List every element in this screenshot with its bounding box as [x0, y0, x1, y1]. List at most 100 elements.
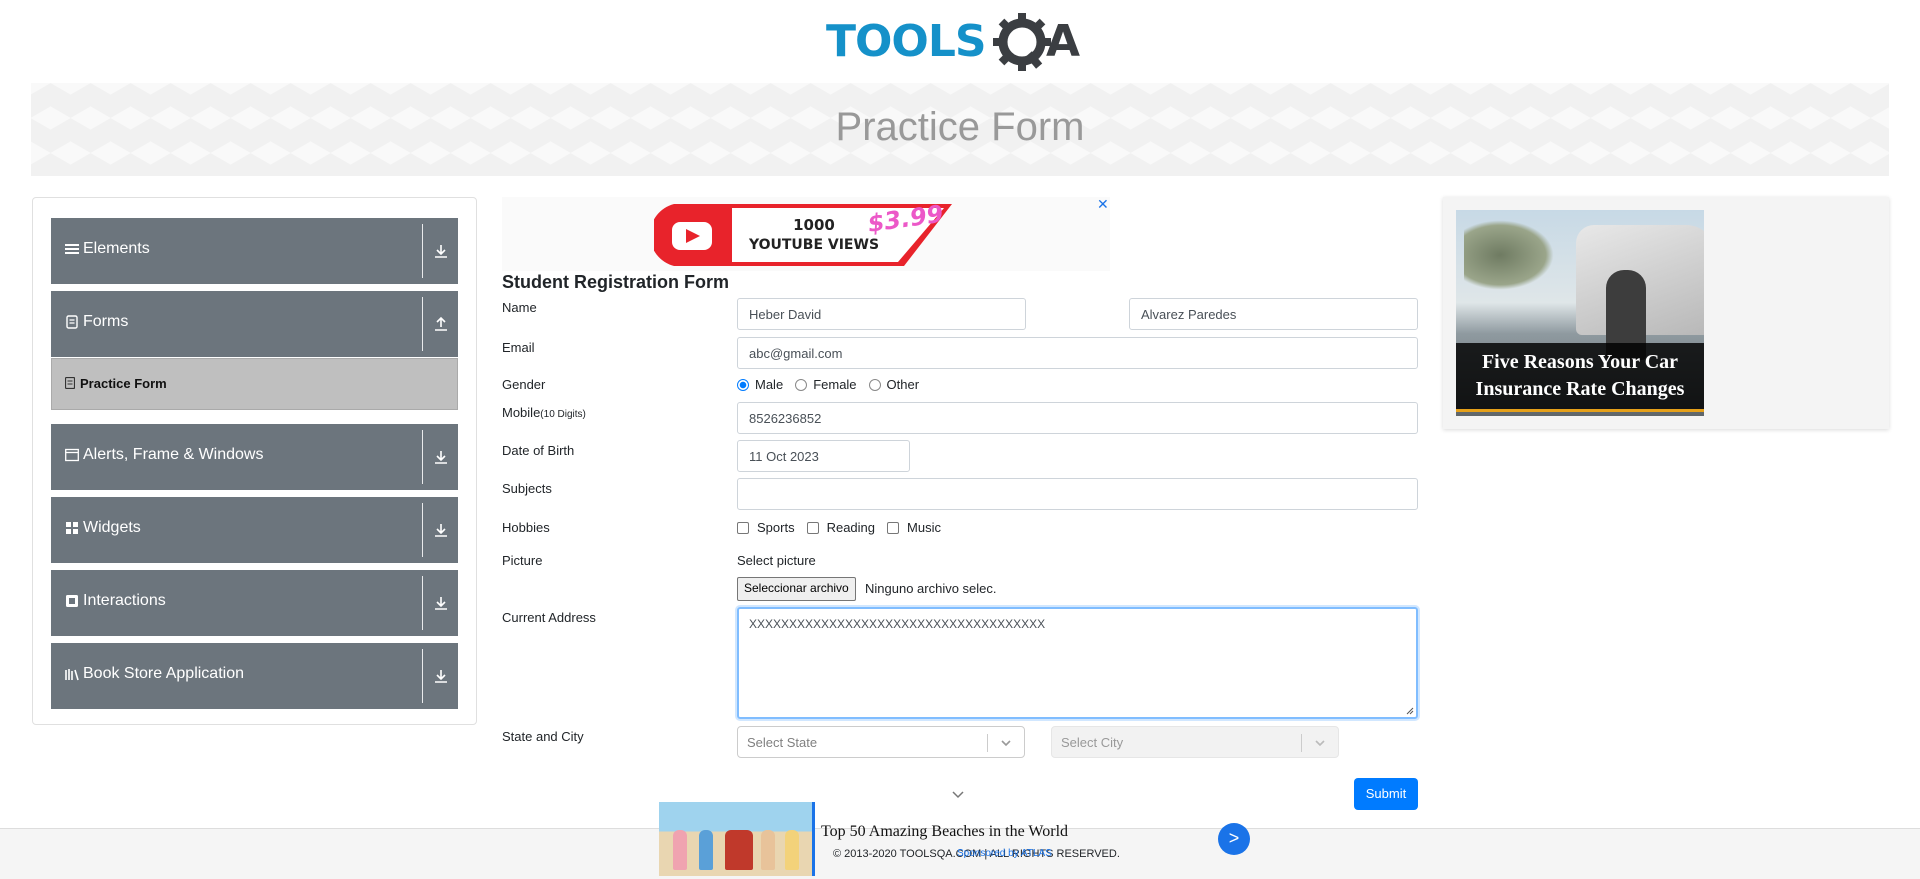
file-status-text: Ninguno archivo selec.: [865, 581, 997, 596]
books-icon: [65, 669, 79, 681]
document-icon: [66, 315, 78, 329]
sidebar-group-label: Book Store Application: [83, 665, 244, 682]
ad-image-person: [725, 830, 753, 870]
ad-caption: Five Reasons Your Car Insurance Rate Cha…: [1456, 343, 1704, 412]
mobile-input[interactable]: 8526236852: [737, 402, 1418, 434]
address-label: Current Address: [502, 610, 596, 625]
select-picture-label: Select picture: [737, 553, 816, 568]
download-arrow-icon[interactable]: [432, 448, 450, 466]
choose-file-button[interactable]: Seleccionar archivo: [737, 577, 856, 601]
sidebar-group-book-store[interactable]: Book Store Application: [51, 643, 458, 709]
dob-label: Date of Birth: [502, 443, 575, 458]
submit-button[interactable]: Submit: [1354, 778, 1418, 810]
sidebar: Elements Forms Practice Form Alerts, Fra…: [32, 197, 477, 725]
email-label: Email: [502, 340, 535, 355]
checkbox-music[interactable]: [887, 521, 900, 534]
page-title: Practice Form: [835, 105, 1085, 149]
download-arrow-icon[interactable]: [432, 667, 450, 685]
radio-label: Male: [755, 377, 784, 392]
email-input[interactable]: abc@gmail.com: [737, 337, 1418, 369]
last-name-input[interactable]: Alvarez Paredes: [1129, 298, 1418, 330]
ad-image-tree: [1464, 220, 1554, 290]
radio-male[interactable]: [737, 378, 749, 391]
download-arrow-icon[interactable]: [432, 521, 450, 539]
download-arrow-icon[interactable]: [432, 594, 450, 612]
interaction-icon: [66, 595, 78, 607]
resize-handle-icon[interactable]: [1406, 707, 1414, 715]
chevron-down-icon[interactable]: [951, 790, 965, 800]
sidebar-item-practice-form[interactable]: Practice Form: [51, 358, 458, 410]
radio-label: Other: [886, 377, 920, 392]
sidebar-group-label: Interactions: [83, 592, 166, 609]
checkbox-reading[interactable]: [806, 521, 819, 534]
select-divider: [987, 734, 988, 752]
car-insurance-ad-image[interactable]: Five Reasons Your Car Insurance Rate Cha…: [1456, 210, 1704, 416]
radio-other[interactable]: [868, 378, 881, 391]
divider: [422, 576, 423, 630]
radio-female[interactable]: [795, 378, 808, 391]
hobbies-label: Hobbies: [502, 520, 550, 535]
toolsqa-logo[interactable]: TOOLS A: [826, 12, 1096, 74]
divider: [422, 297, 423, 351]
subjects-label: Subjects: [502, 481, 552, 496]
sidebar-group-interactions[interactable]: Interactions: [51, 570, 458, 636]
bottom-ad-sponsor[interactable]: Sponsored by ATLAS: [957, 848, 1052, 859]
checkbox-sports[interactable]: [737, 521, 749, 534]
hobby-music-option[interactable]: Music: [887, 520, 941, 535]
address-value: XXXXXXXXXXXXXXXXXXXXXXXXXXXXXXXXXXXXX: [749, 617, 1046, 631]
hobby-sports-option[interactable]: Sports: [737, 520, 795, 535]
hobbies-checkbox-group: Sports Reading Music: [737, 520, 953, 535]
city-placeholder: Select City: [1061, 735, 1124, 750]
sidebar-group-widgets[interactable]: Widgets: [51, 497, 458, 563]
mobile-label-text: Mobile: [502, 405, 541, 420]
select-divider: [1301, 734, 1302, 752]
sidebar-group-alerts[interactable]: Alerts, Frame & Windows: [51, 424, 458, 490]
sidebar-item-label: Practice Form: [80, 376, 167, 391]
divider: [422, 224, 423, 278]
sidebar-group-forms[interactable]: Forms: [51, 291, 458, 357]
youtube-ad-banner[interactable]: 1000 YOUTUBE VIEWS $3.99: [654, 200, 952, 268]
form-icon: [65, 377, 75, 389]
download-arrow-icon[interactable]: [432, 242, 450, 260]
ad-image-person: [699, 830, 713, 870]
sidebar-group-label: Elements: [83, 240, 150, 257]
bottom-ad-go-button[interactable]: >: [1218, 823, 1250, 855]
gender-other-option[interactable]: Other: [868, 377, 920, 392]
name-label: Name: [502, 300, 537, 315]
current-address-textarea[interactable]: XXXXXXXXXXXXXXXXXXXXXXXXXXXXXXXXXXXXX: [737, 607, 1418, 719]
subjects-input[interactable]: [737, 478, 1418, 510]
state-placeholder: Select State: [747, 735, 818, 750]
city-select[interactable]: Select City: [1051, 726, 1339, 758]
gender-female-option[interactable]: Female: [795, 377, 857, 392]
ad-image-person: [785, 830, 799, 870]
sidebar-group-label: Widgets: [83, 519, 141, 536]
state-select[interactable]: Select State: [737, 726, 1025, 758]
first-name-input[interactable]: Heber David: [737, 298, 1026, 330]
ad-line2: YOUTUBE VIEWS: [748, 237, 879, 253]
ad-caption-line2: Insurance Rate Changes: [1475, 378, 1685, 400]
ad-close-icon[interactable]: ✕: [1097, 196, 1109, 213]
window-icon: [65, 448, 79, 462]
mobile-label: Mobile(10 Digits): [502, 405, 586, 420]
dob-input[interactable]: 11 Oct 2023: [737, 440, 910, 472]
bottom-ad-headline[interactable]: Top 50 Amazing Beaches in the World: [821, 823, 1068, 841]
ad-line1: 1000: [793, 216, 835, 234]
hobby-reading-option[interactable]: Reading: [806, 520, 876, 535]
gender-male-option[interactable]: Male: [737, 377, 783, 392]
ad-image-person: [673, 830, 687, 870]
chevron-down-icon[interactable]: [999, 736, 1013, 750]
grid-icon: [66, 522, 78, 534]
upload-arrow-icon[interactable]: [432, 315, 450, 333]
picture-label: Picture: [502, 553, 543, 568]
checkbox-label: Reading: [826, 520, 876, 535]
form-title: Student Registration Form: [502, 272, 730, 292]
sidebar-group-label: Alerts, Frame & Windows: [83, 446, 264, 463]
gender-radio-group: Male Female Other: [737, 377, 931, 392]
svg-text:A: A: [1046, 16, 1080, 67]
page-banner: Practice Form: [31, 83, 1889, 176]
sidebar-group-elements[interactable]: Elements: [51, 218, 458, 284]
divider: [422, 649, 423, 703]
chevron-down-icon[interactable]: [1313, 736, 1327, 750]
svg-text:TOOLS: TOOLS: [826, 16, 986, 67]
beach-ad-image[interactable]: [659, 802, 815, 876]
